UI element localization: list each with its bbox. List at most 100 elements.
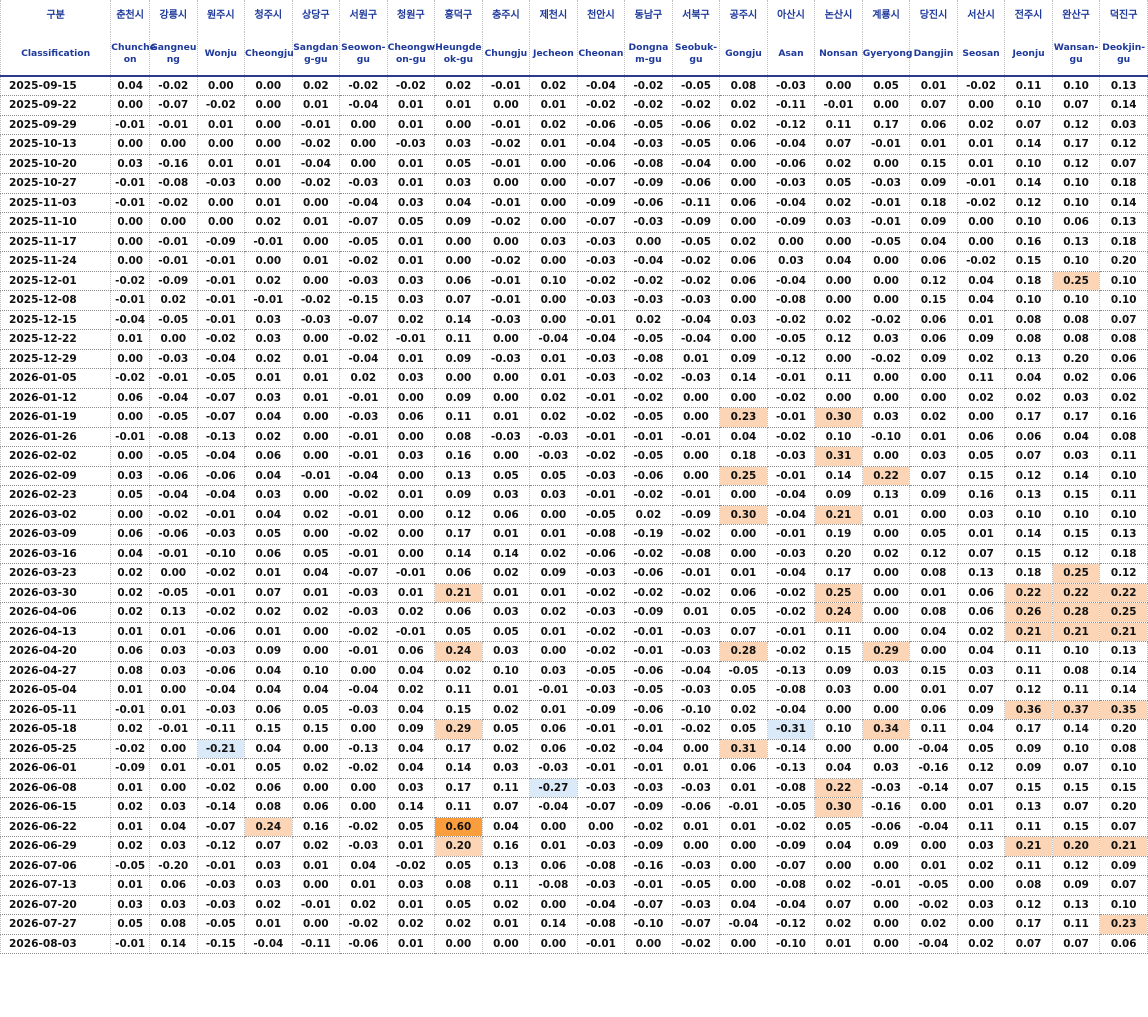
table-cell: 0.01 (110, 817, 151, 837)
table-cell: 0.10 (1099, 505, 1148, 525)
table-cell: 0.31 (719, 739, 768, 759)
table-cell: -0.09 (196, 232, 246, 252)
table-cell: 0.08 (1051, 329, 1101, 350)
table-cell: -0.02 (766, 310, 816, 330)
table-cell: 0.07 (909, 466, 958, 486)
table-cell: 0.06 (529, 739, 578, 759)
table-cell: -0.06 (624, 700, 673, 720)
table-cell: 0.02 (386, 602, 436, 623)
table-cell: -0.03 (766, 446, 816, 467)
row-date: 2026-01-05 (0, 368, 112, 389)
table-cell: 0.01 (386, 934, 436, 954)
table-cell: 0.00 (814, 856, 863, 876)
table-cell: 0.07 (1099, 310, 1148, 330)
table-cell: 0.02 (386, 680, 436, 701)
table-cell: 0.00 (814, 290, 863, 311)
table-cell: -0.02 (576, 641, 626, 662)
header-region-ko: 동남구 (624, 0, 673, 32)
table-cell: 0.02 (291, 836, 341, 857)
table-cell: 0.22 (1004, 583, 1053, 603)
table-cell: -0.09 (110, 758, 151, 779)
row-date: 2026-04-06 (0, 602, 112, 623)
table-cell: 0.07 (244, 583, 293, 603)
table-cell: -0.02 (196, 329, 246, 350)
table-cell: 0.12 (1051, 856, 1101, 876)
table-cell: 0.00 (861, 602, 911, 623)
table-row: 2026-06-22 0.01 0.04 -0.07 0.24 0.16 -0.02 0.05… (0, 817, 1148, 837)
table-cell: 0.01 (386, 836, 436, 857)
table-cell: 0.07 (814, 134, 863, 155)
table-cell: -0.01 (110, 173, 151, 194)
table-cell: 0.00 (196, 212, 246, 233)
table-cell: 0.07 (1051, 797, 1101, 818)
table-cell: 0.00 (671, 446, 721, 467)
table-row: 2025-11-03 -0.01 -0.02 0.00 0.01 0.00 -0.04 0.0… (0, 193, 1148, 213)
header-region-en: Wonju (196, 32, 246, 77)
table-cell: 0.10 (1051, 76, 1101, 96)
table-cell: 0.02 (956, 388, 1006, 408)
table-cell: 0.11 (1099, 485, 1148, 506)
table-cell: 0.11 (956, 817, 1006, 837)
table-cell: 0.02 (110, 836, 151, 857)
table-cell: 0.04 (244, 407, 293, 428)
table-cell: 0.05 (814, 817, 863, 837)
table-cell: 0.09 (1099, 856, 1148, 876)
table-cell: 0.08 (1099, 329, 1148, 350)
table-cell: -0.12 (766, 914, 816, 935)
table-cell: 0.02 (624, 310, 673, 330)
table-cell: 0.04 (1051, 427, 1101, 447)
table-cell: 0.04 (909, 622, 958, 642)
table-cell: 0.05 (434, 856, 483, 876)
table-cell: 0.02 (956, 934, 1006, 954)
table-cell: 0.10 (291, 661, 341, 681)
row-date: 2026-05-04 (0, 680, 112, 701)
table-cell: -0.06 (576, 154, 626, 174)
table-cell: 0.00 (861, 680, 911, 701)
table-cell: -0.27 (529, 778, 578, 798)
table-cell: -0.06 (861, 817, 911, 837)
table-cell: -0.01 (861, 193, 911, 213)
row-date: 2026-01-12 (0, 388, 112, 408)
table-cell: 0.00 (110, 251, 151, 272)
table-cell: -0.15 (196, 934, 246, 954)
table-cell: -0.07 (576, 212, 626, 233)
row-date: 2025-12-29 (0, 349, 112, 369)
table-row: 2026-08-03 -0.01 0.14 -0.15 -0.04 -0.11 -0.06 0… (0, 934, 1148, 954)
table-cell: -0.03 (196, 173, 246, 194)
table-cell: 0.00 (719, 290, 768, 311)
table-row: 2026-02-09 0.03 -0.06 -0.06 0.04 -0.01 -0.04 0.… (0, 466, 1148, 486)
table-cell: 0.12 (1004, 193, 1053, 213)
table-cell: 0.06 (434, 563, 483, 584)
table-cell: 0.04 (956, 271, 1006, 291)
table-cell: -0.01 (529, 680, 578, 701)
table-cell: -0.13 (766, 661, 816, 681)
table-cell: 0.09 (434, 349, 483, 369)
table-cell: 0.02 (386, 310, 436, 330)
table-cell: -0.03 (624, 778, 673, 798)
table-cell: -0.05 (149, 446, 198, 467)
table-cell: 0.07 (719, 622, 768, 642)
table-cell: 0.04 (386, 758, 436, 779)
table-cell: 0.01 (291, 388, 341, 408)
table-cell: 0.09 (814, 485, 863, 506)
table-cell: 0.01 (386, 95, 436, 116)
table-cell: 0.21 (1004, 622, 1053, 642)
table-cell: 0.17 (434, 778, 483, 798)
table-cell: 0.00 (861, 271, 911, 291)
table-cell: 0.03 (110, 154, 151, 174)
row-date: 2026-04-20 (0, 641, 112, 662)
table-cell: 0.05 (814, 173, 863, 194)
row-date: 2025-11-17 (0, 232, 112, 252)
table-row: 2026-02-23 0.05 -0.04 -0.04 0.03 0.00 -0.02 0.0… (0, 485, 1148, 506)
table-cell: 0.09 (434, 388, 483, 408)
table-cell: 0.01 (386, 485, 436, 506)
table-cell: -0.01 (149, 232, 198, 252)
table-cell: -0.03 (576, 680, 626, 701)
table-cell: -0.04 (671, 661, 721, 681)
table-cell: 0.20 (1099, 797, 1148, 818)
table-cell: 0.19 (814, 524, 863, 545)
header-region-ko: 서북구 (671, 0, 721, 32)
table-cell: 0.02 (529, 388, 578, 408)
table-cell: 0.14 (1099, 680, 1148, 701)
table-cell: 0.00 (861, 368, 911, 389)
